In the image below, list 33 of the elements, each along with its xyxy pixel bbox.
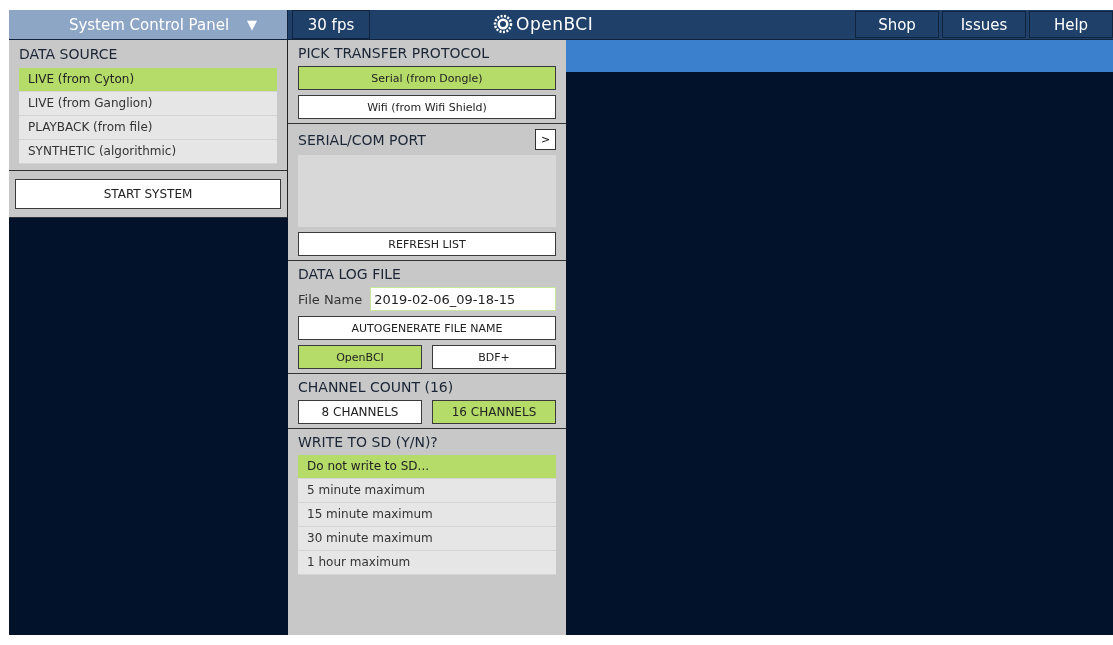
nav-link[interactable]: Shop	[855, 11, 939, 38]
start-system-button[interactable]: START SYSTEM	[15, 179, 281, 209]
data-source-item[interactable]: LIVE (from Ganglion)	[19, 92, 277, 116]
protocol-option[interactable]: Serial (from Dongle)	[298, 66, 556, 90]
nav-link[interactable]: Help	[1029, 11, 1113, 38]
section-title: DATA LOG FILE	[298, 266, 402, 282]
gear-logo-icon	[493, 14, 513, 34]
format-option[interactable]: BDF+	[432, 345, 556, 369]
fps-indicator: 30 fps	[292, 10, 370, 39]
format-option[interactable]: OpenBCI	[298, 345, 422, 369]
sd-option-item[interactable]: 30 minute maximum	[298, 527, 556, 551]
section-title: CHANNEL COUNT (16)	[298, 379, 455, 395]
expand-button[interactable]: >	[535, 129, 556, 150]
sd-option-item[interactable]: 15 minute maximum	[298, 503, 556, 527]
channel-option[interactable]: 16 CHANNELS	[432, 400, 556, 424]
file-name-label: File Name	[298, 291, 363, 307]
section-title: WRITE TO SD (Y/N)?	[298, 434, 439, 450]
sd-option-item[interactable]: 5 minute maximum	[298, 479, 556, 503]
sd-option-item[interactable]: Do not write to SD...	[298, 455, 556, 479]
nav-link[interactable]: Issues	[942, 11, 1026, 38]
file-name-field[interactable]: 2019-02-06_09-18-15	[370, 287, 556, 311]
sd-option-item[interactable]: 1 hour maximum	[298, 551, 556, 575]
autogenerate-button[interactable]: AUTOGENERATE FILE NAME	[298, 316, 556, 340]
section-title: DATA SOURCE	[19, 46, 119, 62]
channel-option[interactable]: 8 CHANNELS	[298, 400, 422, 424]
data-source-item[interactable]: PLAYBACK (from file)	[19, 116, 277, 140]
section-title: SERIAL/COM PORT	[298, 131, 426, 148]
data-source-item[interactable]: SYNTHETIC (algorithmic)	[19, 140, 277, 164]
protocol-option[interactable]: Wifi (from Wifi Shield)	[298, 95, 556, 119]
logo-text: OpenBCI	[516, 14, 594, 34]
refresh-list-button[interactable]: REFRESH LIST	[298, 232, 556, 256]
section-title: PICK TRANSFER PROTOCOL	[298, 45, 491, 61]
data-source-item[interactable]: LIVE (from Cyton)	[19, 68, 277, 92]
